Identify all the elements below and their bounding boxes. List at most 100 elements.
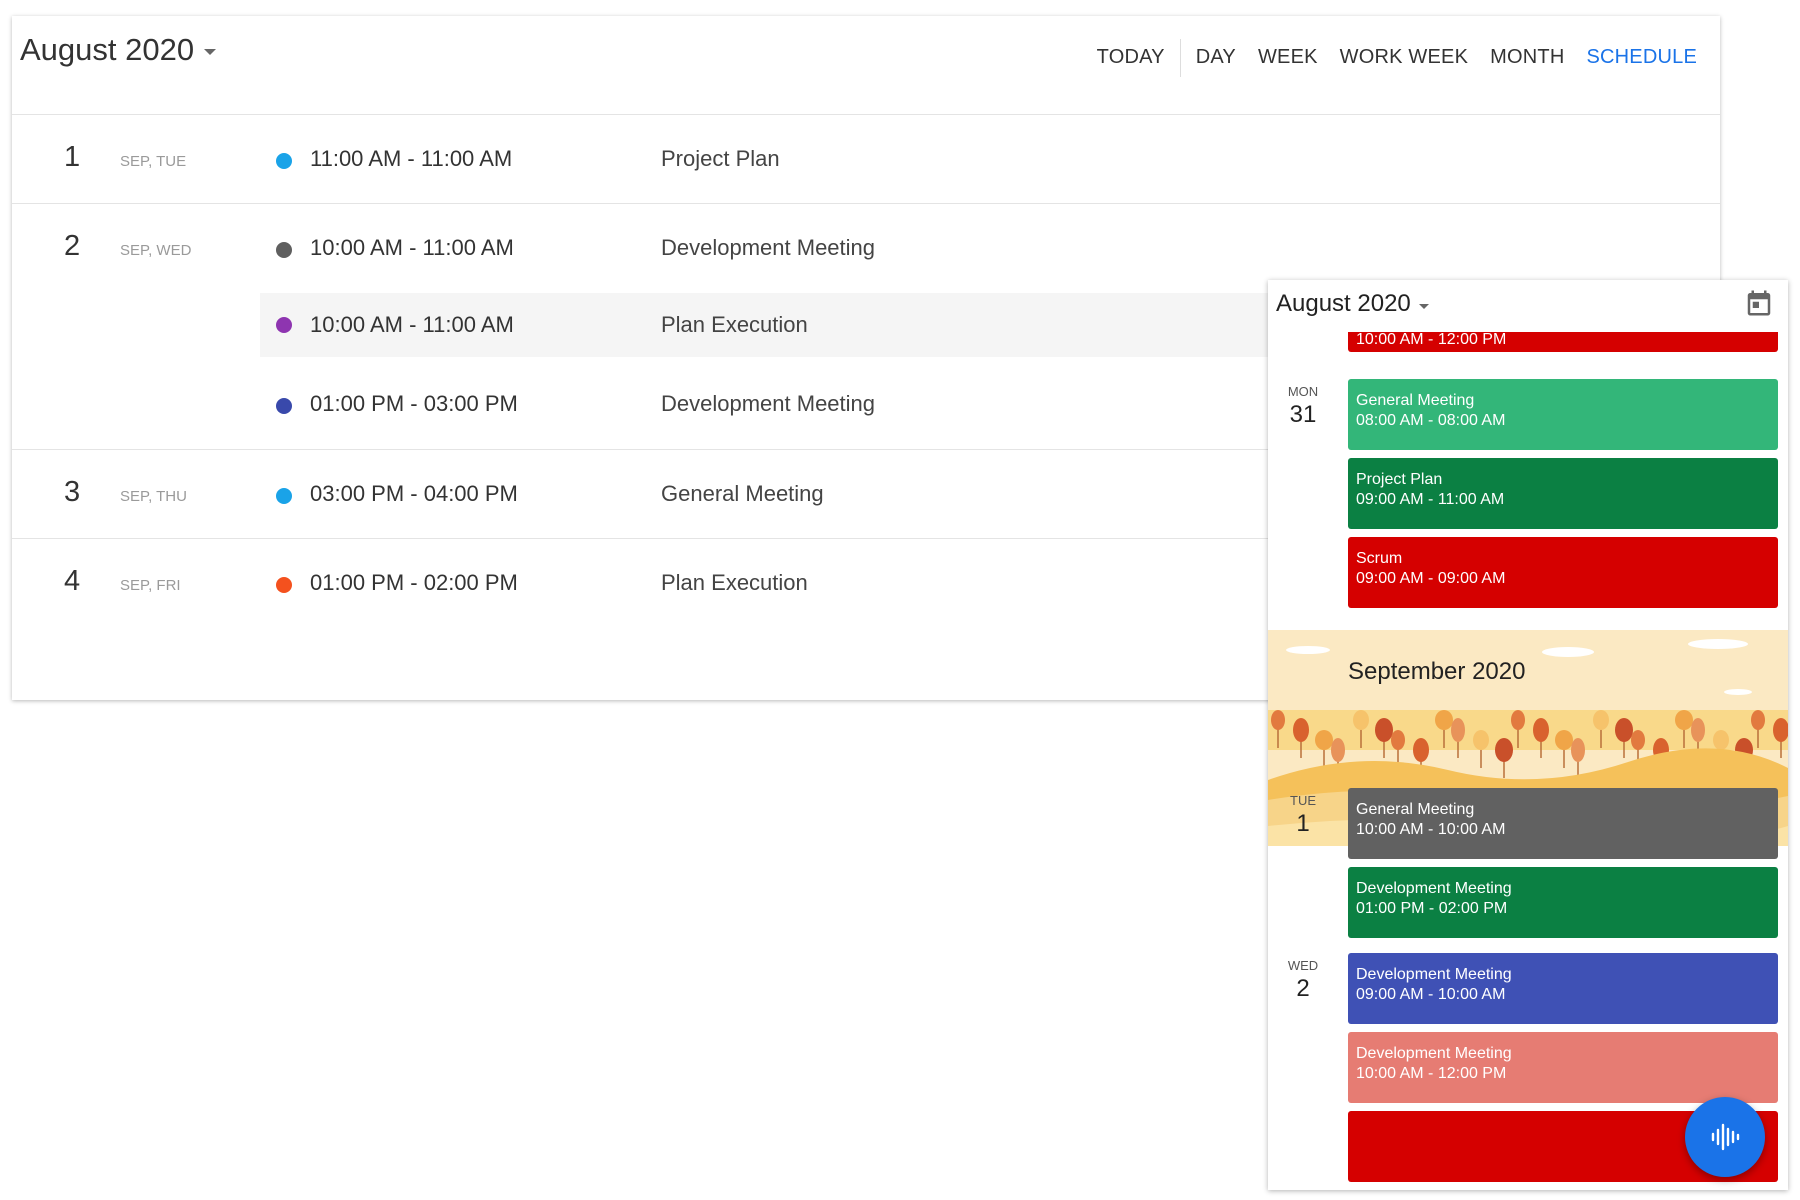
tree-crown <box>1691 718 1705 742</box>
category-dot <box>276 488 292 504</box>
appointment-subject: Scrum <box>1356 550 1403 567</box>
day-number: 2 <box>1296 975 1310 1002</box>
mobile-appointment[interactable]: Project Plan 09:00 AM - 11:00 AM <box>1348 458 1778 529</box>
tree-crown <box>1511 710 1525 730</box>
date-range-label: August 2020 <box>20 32 195 67</box>
caret-down-icon <box>1418 303 1429 309</box>
appointment-subject: Plan Execution <box>661 312 808 337</box>
appointment-time: 01:00 PM - 02:00 PM <box>310 570 518 595</box>
tree-crown <box>1353 710 1369 730</box>
day-label: SEP, THU <box>120 488 187 505</box>
view-schedule-button[interactable]: SCHEDULE <box>1575 34 1708 81</box>
tree-crown <box>1593 710 1609 730</box>
appointment-time: 10:00 AM - 12:00 PM <box>1356 1065 1507 1082</box>
appointment-subject: General Meeting <box>1356 392 1475 409</box>
day-number: 2 <box>64 230 81 262</box>
appointment-subject: Development Meeting <box>1356 1045 1512 1062</box>
day-label: SEP, FRI <box>120 577 181 594</box>
category-dot <box>276 398 292 414</box>
today-button[interactable]: TODAY <box>1086 34 1176 81</box>
tree-crown <box>1293 718 1309 742</box>
appointment-time: 09:00 AM - 09:00 AM <box>1356 570 1506 587</box>
mobile-toolbar: August 2020 <box>1268 280 1788 332</box>
mobile-day-header: TUE 1 <box>1268 793 1338 838</box>
mobile-day-header: MON 31 <box>1268 384 1338 429</box>
tree-crown <box>1495 738 1513 762</box>
appointment-time: 10:00 AM - 12:00 PM <box>1356 331 1507 348</box>
day-number: 31 <box>1289 401 1317 428</box>
appointment-row[interactable]: 11:00 AM - 11:00 AM Project Plan <box>260 123 1720 197</box>
appointment-time: 11:00 AM - 11:00 AM <box>310 146 513 171</box>
appointment-row[interactable]: 10:00 AM - 11:00 AM Development Meeting <box>260 212 1720 286</box>
mobile-appointment[interactable]: Development Meeting 10:00 AM - 12:00 PM <box>1348 1032 1778 1103</box>
mobile-appointment[interactable]: General Meeting 08:00 AM - 08:00 AM <box>1348 379 1778 450</box>
day-number: 3 <box>64 476 81 508</box>
mobile-date-picker[interactable]: August 2020 <box>1276 290 1429 318</box>
mobile-appointment[interactable]: General Meeting 10:00 AM - 10:00 AM <box>1348 788 1778 859</box>
view-week-button[interactable]: WEEK <box>1247 34 1329 81</box>
appointment-subject: Development Meeting <box>1356 966 1512 983</box>
tree-crown <box>1555 730 1573 750</box>
day-of-week: TUE <box>1290 793 1316 808</box>
tree-crown <box>1435 710 1453 730</box>
category-dot <box>276 577 292 593</box>
day-label: SEP, WED <box>120 242 192 259</box>
appointment-time: 08:00 AM - 08:00 AM <box>1356 412 1506 429</box>
tree-crown <box>1331 738 1345 762</box>
schedule-day-group: 1 SEP, TUE 11:00 AM - 11:00 AM Project P… <box>12 115 1720 204</box>
appointment-subject: Plan Execution <box>661 570 808 595</box>
appointment-time: 09:00 AM - 11:00 AM <box>1356 491 1505 508</box>
appointment-subject: Development Meeting <box>1356 880 1512 897</box>
date-range-picker[interactable]: August 2020 <box>20 32 217 68</box>
voice-icon <box>1711 1123 1740 1151</box>
tree-crown <box>1615 718 1633 742</box>
view-month-button[interactable]: MONTH <box>1479 34 1575 81</box>
voice-assistant-button[interactable] <box>1685 1097 1765 1177</box>
tree-crown <box>1571 738 1585 762</box>
scheduler-toolbar: August 2020 TODAY DAY WEEK WORK WEEK MON… <box>12 16 1720 115</box>
appointment-subject: General Meeting <box>661 481 824 506</box>
tree-crown <box>1375 718 1393 742</box>
view-day-button[interactable]: DAY <box>1185 34 1247 81</box>
mobile-day-header: WED 2 <box>1268 958 1338 1003</box>
month-banner-title: September 2020 <box>1348 658 1526 685</box>
mobile-appointment[interactable]: Scrum 09:00 AM - 09:00 AM <box>1348 537 1778 608</box>
category-dot <box>276 242 292 258</box>
tree-crown <box>1413 738 1429 762</box>
appointment-time: 03:00 PM - 04:00 PM <box>310 481 518 506</box>
caret-down-icon <box>204 49 217 55</box>
appointment-time: 01:00 PM - 02:00 PM <box>1356 900 1508 917</box>
mobile-appointment[interactable]: Development Meeting 09:00 AM - 10:00 AM <box>1348 953 1778 1024</box>
view-work-week-button[interactable]: WORK WEEK <box>1329 34 1479 81</box>
tree-crown <box>1675 710 1693 730</box>
tree-crown <box>1713 730 1729 750</box>
toolbar-divider <box>1179 38 1181 77</box>
view-switcher: TODAY DAY WEEK WORK WEEK MONTH SCHEDULE <box>1086 34 1708 81</box>
mobile-date-label: August 2020 <box>1276 290 1411 317</box>
appointment-subject: Project Plan <box>661 146 780 171</box>
day-number: 1 <box>1296 810 1310 837</box>
appointment-subject: Development Meeting <box>661 235 876 260</box>
day-label: SEP, TUE <box>120 153 187 170</box>
day-number: 4 <box>64 565 81 597</box>
appointment-subject: General Meeting <box>1356 801 1475 818</box>
tree-crown <box>1271 710 1285 730</box>
calendar-icon[interactable] <box>1744 288 1774 318</box>
appointment-time: 10:00 AM - 11:00 AM <box>310 312 514 337</box>
tree-crown <box>1391 730 1405 750</box>
tree-crown <box>1473 730 1489 750</box>
appointment-subject: Development Meeting <box>661 391 876 416</box>
appointment-subject: Project Plan <box>1356 471 1443 488</box>
day-number: 1 <box>64 141 81 173</box>
appointment-time: 10:00 AM - 11:00 AM <box>310 235 514 260</box>
appointment-time: 01:00 PM - 03:00 PM <box>310 391 518 416</box>
mobile-scheduler: August 2020 10:00 AM - 12:00 PM MON 31 G… <box>1268 280 1788 1190</box>
tree-crown <box>1451 718 1465 742</box>
appointment-time: 10:00 AM - 10:00 AM <box>1356 821 1506 838</box>
appointment-time: 09:00 AM - 10:00 AM <box>1356 986 1506 1003</box>
day-of-week: MON <box>1287 384 1319 399</box>
tree-crown <box>1315 730 1333 750</box>
day-of-week: WED <box>1287 958 1319 973</box>
tree-crown <box>1533 718 1549 742</box>
mobile-appointment[interactable]: Development Meeting 01:00 PM - 02:00 PM <box>1348 867 1778 938</box>
